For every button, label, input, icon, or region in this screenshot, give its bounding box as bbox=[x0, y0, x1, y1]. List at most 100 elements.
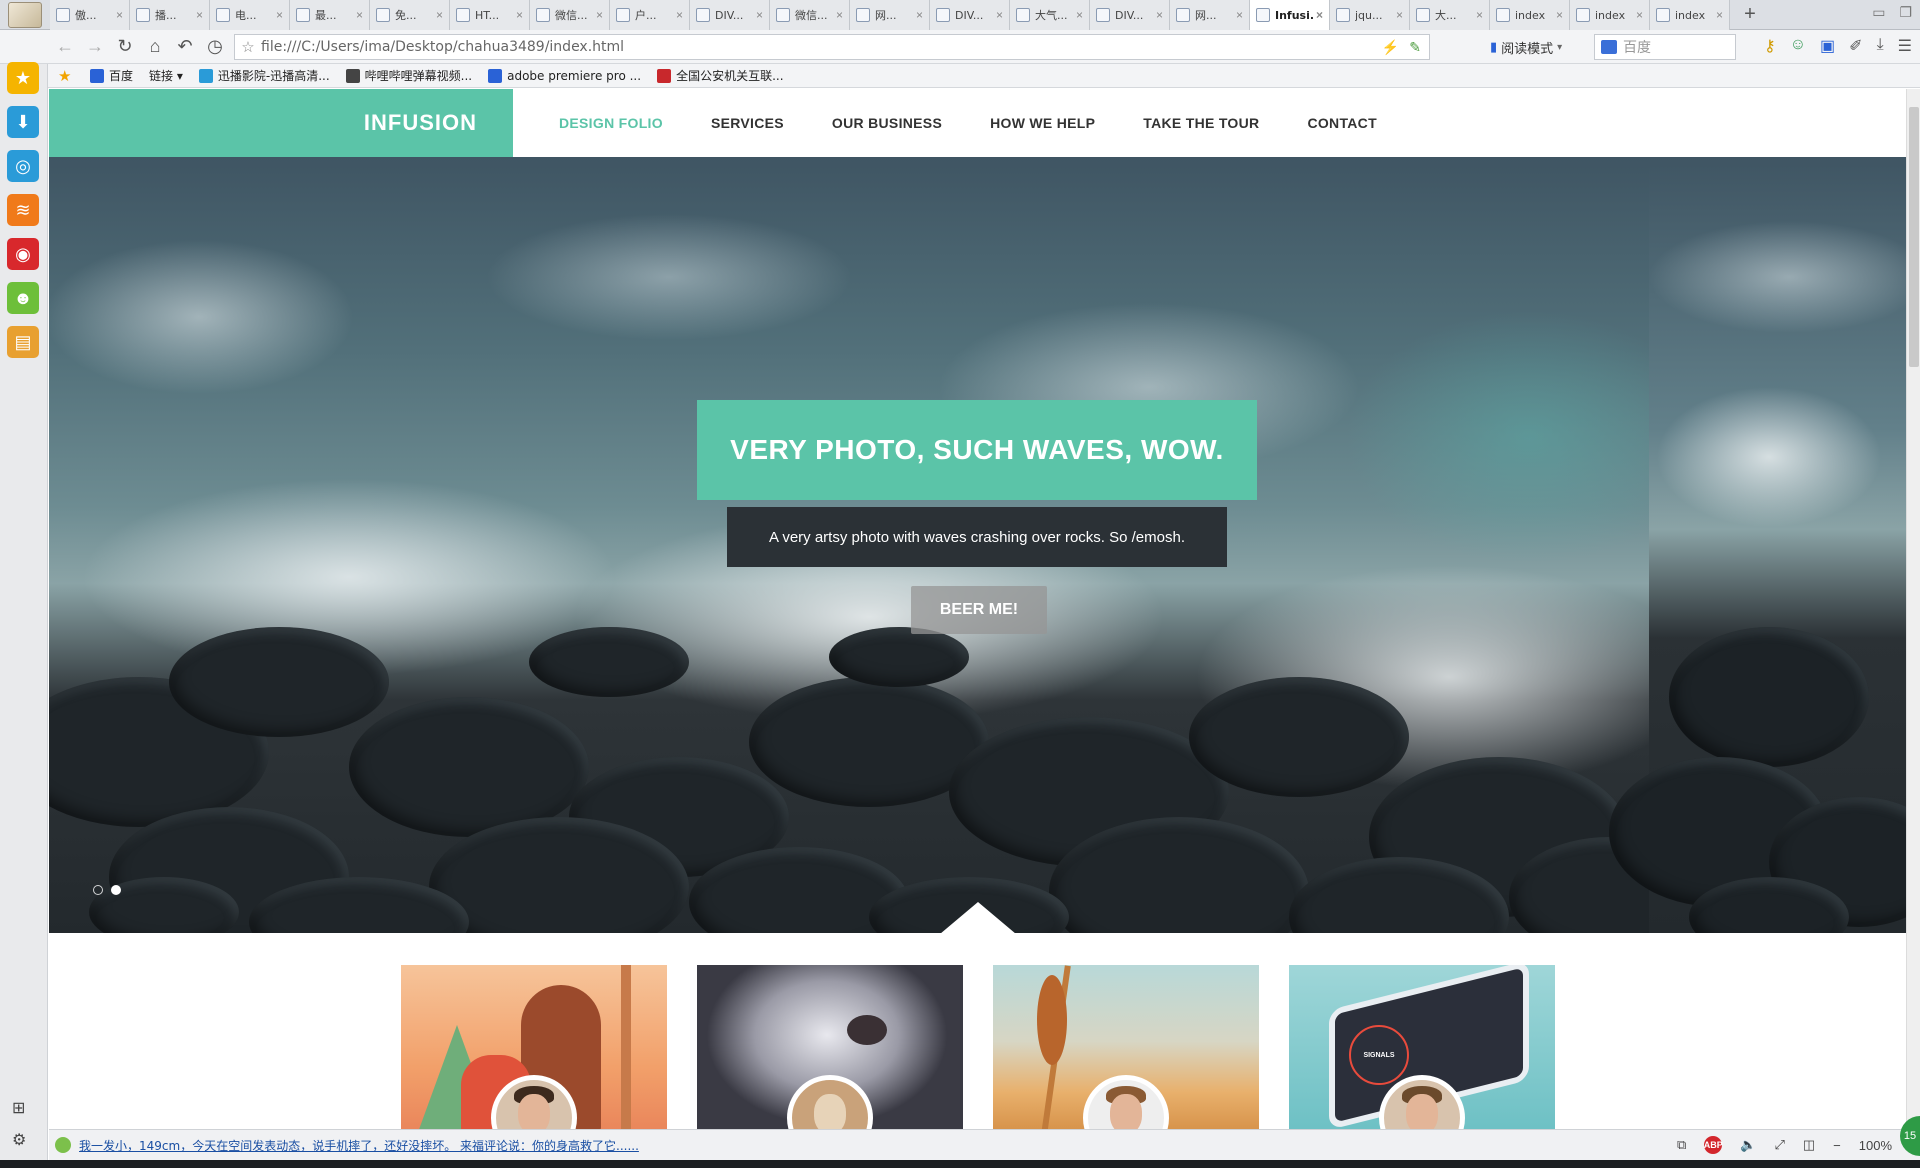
bookmark-item[interactable]: 链接 ▾ bbox=[149, 67, 183, 84]
bookmark-item[interactable]: 全国公安机关互联... bbox=[657, 67, 784, 84]
fullscreen-icon[interactable]: ⤢ bbox=[1774, 1137, 1784, 1153]
weibo-icon[interactable]: ◉ bbox=[7, 238, 39, 270]
tab-close-icon[interactable]: × bbox=[1636, 8, 1643, 22]
bookmark-item[interactable]: 哔哩哔哩弹幕视频... bbox=[345, 67, 472, 84]
favorites-star-icon[interactable]: ★ bbox=[58, 67, 71, 85]
tab-close-icon[interactable]: × bbox=[996, 8, 1003, 22]
browser-tab[interactable]: 网... × bbox=[850, 0, 930, 30]
team-card[interactable] bbox=[993, 965, 1259, 1129]
tab-close-icon[interactable]: × bbox=[356, 8, 363, 22]
new-tab-button[interactable]: + bbox=[1730, 0, 1770, 29]
tab-close-icon[interactable]: × bbox=[596, 8, 603, 22]
tab-close-icon[interactable]: × bbox=[1556, 8, 1563, 22]
browser-tab[interactable]: Infusi...× bbox=[1250, 0, 1330, 30]
tab-close-icon[interactable]: × bbox=[436, 8, 443, 22]
nav-link[interactable]: CONTACT bbox=[1307, 115, 1377, 131]
minimize-icon[interactable]: ▭ bbox=[1872, 4, 1885, 21]
tab-close-icon[interactable]: × bbox=[276, 8, 283, 22]
undo-close-button[interactable]: ↶ bbox=[170, 32, 200, 62]
site-logo[interactable]: INFUSION bbox=[49, 89, 513, 157]
forward-button[interactable]: → bbox=[80, 32, 110, 62]
bookmark-star-icon[interactable]: ☆ bbox=[235, 38, 261, 56]
nav-link[interactable]: OUR BUSINESS bbox=[832, 115, 942, 131]
home-button[interactable]: ⌂ bbox=[140, 32, 170, 62]
add-icon[interactable]: ⊞ bbox=[12, 1098, 25, 1118]
nav-link[interactable]: TAKE THE TOUR bbox=[1143, 115, 1259, 131]
zoom-level[interactable]: 100% bbox=[1859, 1138, 1892, 1153]
bookmark-item[interactable]: 百度 bbox=[90, 67, 133, 84]
menu-icon[interactable]: ☰ bbox=[1898, 36, 1912, 56]
tab-close-icon[interactable]: × bbox=[756, 8, 763, 22]
team-card[interactable] bbox=[697, 965, 963, 1129]
url-text[interactable]: file:///C:/Users/ima/Desktop/chahua3489/… bbox=[261, 39, 1382, 55]
restore-icon[interactable]: ❐ bbox=[1899, 4, 1912, 21]
extension-icon[interactable]: ✎ bbox=[1409, 39, 1421, 56]
browser-tab[interactable]: 户... × bbox=[610, 0, 690, 30]
nav-link[interactable]: SERVICES bbox=[711, 115, 784, 131]
reload-button[interactable]: ↻ bbox=[110, 32, 140, 62]
slider-dot[interactable] bbox=[111, 885, 121, 895]
screenshot-icon[interactable]: ⧉ bbox=[1677, 1137, 1686, 1153]
browser-tab[interactable]: DIV... × bbox=[690, 0, 770, 30]
tab-close-icon[interactable]: × bbox=[1396, 8, 1403, 22]
slider-dot[interactable] bbox=[93, 885, 103, 895]
smiley-icon[interactable]: ☻ bbox=[7, 282, 39, 314]
hero-cta-button[interactable]: BEER ME! bbox=[911, 586, 1047, 634]
read-mode-button[interactable]: ▮ 阅读模式 ▾ bbox=[1490, 34, 1562, 60]
browser-tab[interactable]: 免... × bbox=[370, 0, 450, 30]
scrollbar-thumb[interactable] bbox=[1909, 107, 1919, 367]
bookmark-item[interactable]: 迅播影院-迅播高清... bbox=[198, 67, 330, 84]
tab-close-icon[interactable]: × bbox=[116, 8, 123, 22]
lightning-icon[interactable]: ⚡ bbox=[1382, 39, 1399, 56]
tab-close-icon[interactable]: × bbox=[516, 8, 523, 22]
translate-icon[interactable]: ▣ bbox=[1820, 36, 1835, 56]
browser-tab[interactable]: 傲... × bbox=[50, 0, 130, 30]
tab-close-icon[interactable]: × bbox=[1076, 8, 1083, 22]
adblock-icon[interactable]: ABP bbox=[1704, 1136, 1723, 1154]
browser-tab[interactable]: DIV... × bbox=[1090, 0, 1170, 30]
browser-tab[interactable]: index × bbox=[1570, 0, 1650, 30]
team-card[interactable]: SIGNALS bbox=[1289, 965, 1555, 1129]
tab-close-icon[interactable]: × bbox=[1476, 8, 1483, 22]
game-controller-icon[interactable]: ◎ bbox=[7, 150, 39, 182]
back-button[interactable]: ← bbox=[50, 32, 80, 62]
search-input[interactable]: 百度 bbox=[1594, 34, 1736, 60]
tab-close-icon[interactable]: × bbox=[1156, 8, 1163, 22]
browser-tab[interactable]: index × bbox=[1490, 0, 1570, 30]
team-card[interactable] bbox=[401, 965, 667, 1129]
browser-tab[interactable]: 网... × bbox=[1170, 0, 1250, 30]
zoom-out-icon[interactable]: − bbox=[1833, 1138, 1841, 1153]
user-icon[interactable]: ☺ bbox=[1790, 36, 1806, 56]
browser-tab[interactable]: 微信... × bbox=[770, 0, 850, 30]
download-dock-icon[interactable]: ⬇ bbox=[7, 106, 39, 138]
rss-icon[interactable]: ≋ bbox=[7, 194, 39, 226]
status-news-link[interactable]: 我一发小，149cm，今天在空间发表动态，说手机摔了，还好没摔坏。 来福评论说：… bbox=[79, 1137, 639, 1154]
nav-link[interactable]: HOW WE HELP bbox=[990, 115, 1095, 131]
browser-tab[interactable]: jqu... × bbox=[1330, 0, 1410, 30]
tab-close-icon[interactable]: × bbox=[1316, 8, 1323, 22]
history-button[interactable]: ◷ bbox=[200, 32, 230, 62]
browser-tab[interactable]: 微信... × bbox=[530, 0, 610, 30]
nav-link[interactable]: DESIGN FOLIO bbox=[559, 115, 663, 131]
browser-profile-button[interactable] bbox=[0, 0, 50, 30]
split-view-icon[interactable]: ◫ bbox=[1803, 1137, 1815, 1153]
browser-tab[interactable]: 大... × bbox=[1410, 0, 1490, 30]
download-icon[interactable]: ⤓ bbox=[1877, 36, 1884, 56]
tab-close-icon[interactable]: × bbox=[196, 8, 203, 22]
tab-close-icon[interactable]: × bbox=[676, 8, 683, 22]
favorites-icon[interactable]: ★ bbox=[7, 62, 39, 94]
browser-tab[interactable]: 最... × bbox=[290, 0, 370, 30]
browser-tab[interactable]: 电... × bbox=[210, 0, 290, 30]
volume-icon[interactable]: 🔈 bbox=[1740, 1137, 1756, 1153]
browser-tab[interactable]: index × bbox=[1650, 0, 1730, 30]
browser-tab[interactable]: 大气... × bbox=[1010, 0, 1090, 30]
tab-close-icon[interactable]: × bbox=[1716, 8, 1723, 22]
tab-close-icon[interactable]: × bbox=[836, 8, 843, 22]
key-icon[interactable]: ⚷ bbox=[1764, 36, 1776, 56]
browser-tab[interactable]: DIV... × bbox=[930, 0, 1010, 30]
settings-gear-icon[interactable]: ⚙ bbox=[12, 1130, 26, 1150]
address-bar[interactable]: ☆ file:///C:/Users/ima/Desktop/chahua348… bbox=[234, 34, 1430, 60]
bookmark-item[interactable]: adobe premiere pro ... bbox=[488, 68, 641, 83]
page-scrollbar[interactable] bbox=[1906, 89, 1920, 1129]
browser-tab[interactable]: 播... × bbox=[130, 0, 210, 30]
